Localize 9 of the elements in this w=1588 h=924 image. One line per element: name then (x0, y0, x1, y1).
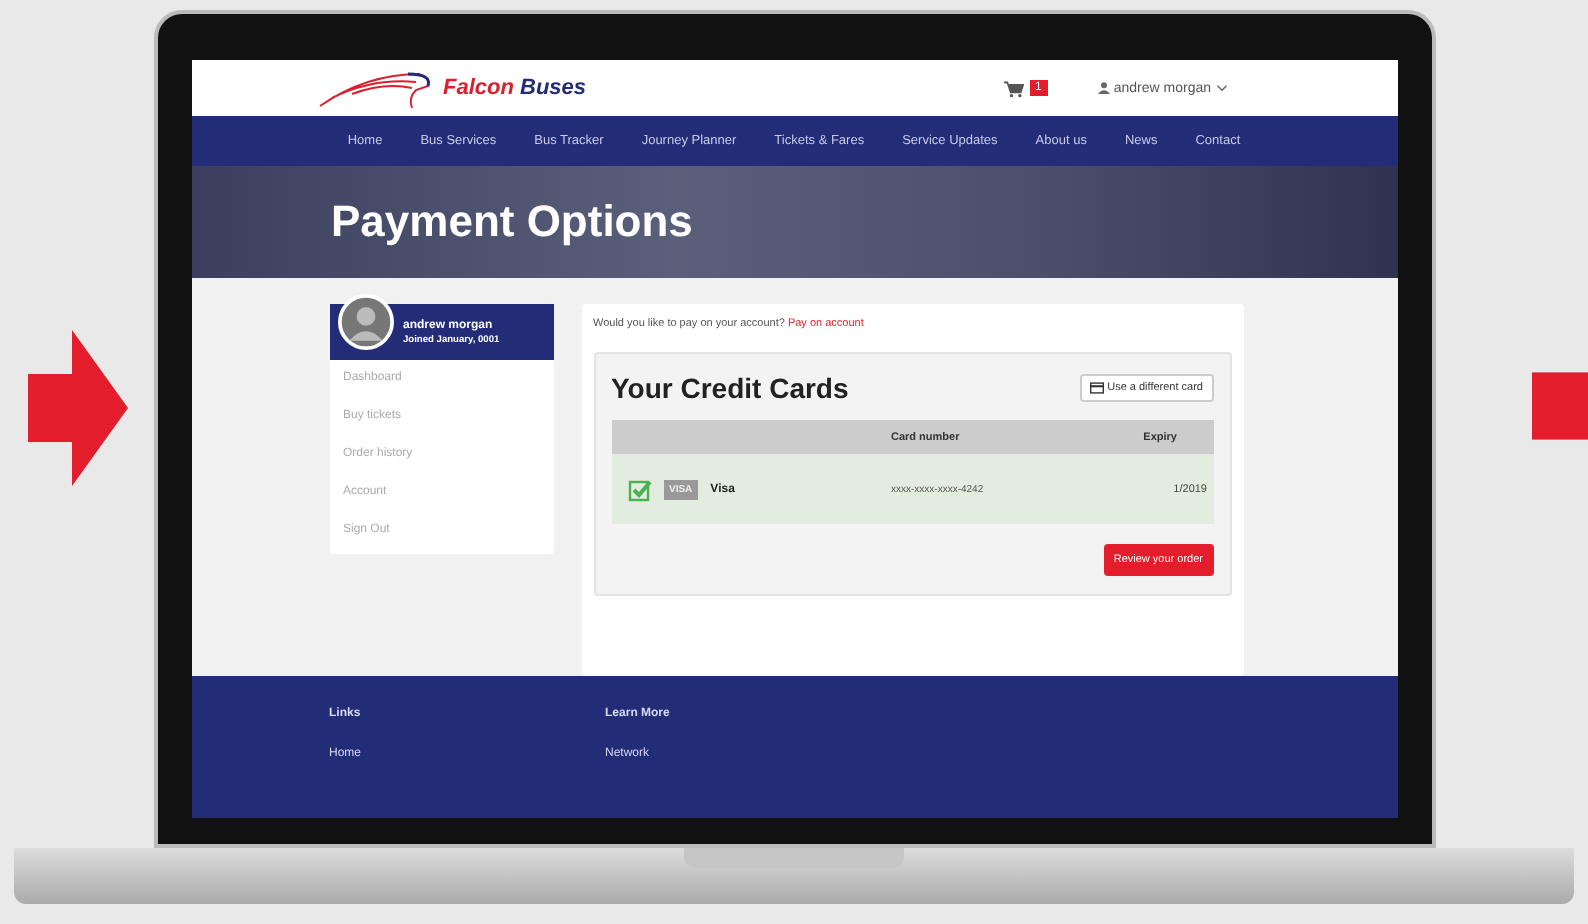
brand-name: Falcon Buses (443, 76, 587, 101)
cart-icon[interactable] (1003, 79, 1024, 98)
checkbox-checked-icon[interactable] (627, 477, 651, 502)
avatar-icon (337, 294, 393, 351)
section-title: Your Credit Cards (611, 372, 849, 405)
credit-card-icon (1089, 382, 1104, 395)
page-title: Payment Options (331, 196, 693, 249)
caret-icon (1215, 84, 1227, 93)
user-icon (1097, 82, 1110, 95)
